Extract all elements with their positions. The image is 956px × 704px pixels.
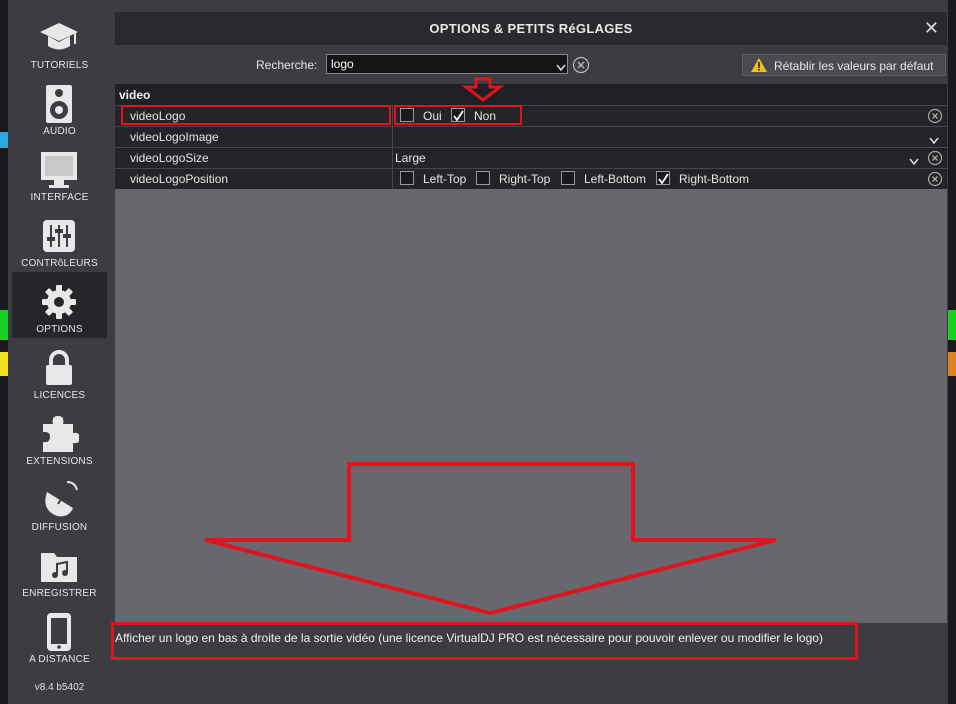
checkbox-left-bottom[interactable]	[561, 171, 575, 185]
speaker-icon	[39, 84, 79, 124]
checkbox-right-bottom[interactable]	[656, 171, 670, 185]
table-row[interactable]: videoLogoSize Large	[115, 147, 947, 168]
option-name: videoLogoImage	[130, 130, 219, 144]
group-title: video	[119, 88, 151, 102]
option-name: videoLogoPosition	[130, 172, 229, 186]
warning-icon	[751, 58, 767, 75]
edge-green-mark	[0, 310, 8, 340]
dialog-title: OPTIONS & PETITS RéGLAGES	[429, 21, 633, 36]
checkbox-label: Non	[474, 109, 497, 123]
table-row[interactable]: videoLogoImage	[115, 126, 947, 147]
search-field[interactable]	[326, 54, 568, 74]
music-folder-icon	[39, 546, 79, 586]
group-header: video	[115, 84, 947, 105]
table-row[interactable]: videoLogoPosition Left-Top Right-Top Lef…	[115, 168, 947, 189]
checkbox-label: Left-Bottom	[584, 172, 647, 186]
sidebar-item-controleurs[interactable]: CONTRôLEURS	[12, 206, 107, 272]
sidebar-item-label: TUTORIELS	[30, 60, 89, 71]
checkbox-non[interactable]	[451, 108, 465, 122]
checkbox-oui[interactable]	[400, 108, 414, 122]
sidebar-item-label: OPTIONS	[36, 324, 83, 335]
column-divider	[392, 127, 393, 147]
sidebar-item-label: CONTRôLEURS	[21, 258, 98, 269]
sidebar-item-label: INTERFACE	[30, 192, 89, 203]
reset-defaults-button[interactable]: Rétablir les valeurs par défaut	[742, 54, 946, 76]
sidebar-item-tutoriels[interactable]: TUTORIELS	[12, 8, 107, 74]
reset-option-icon[interactable]	[927, 171, 943, 192]
column-divider	[392, 169, 393, 189]
background-app-left-edge	[0, 0, 8, 704]
sidebar-item-label: LICENCES	[33, 390, 86, 401]
column-divider	[392, 148, 393, 168]
checkbox-label: Right-Top	[499, 172, 551, 186]
checkmark-icon	[453, 110, 464, 122]
checkbox-label: Oui	[423, 109, 442, 123]
option-name: videoLogoSize	[130, 151, 209, 165]
sidebar-item-label: A DISTANCE	[29, 654, 90, 665]
sidebar-item-options[interactable]: OPTIONS	[12, 272, 107, 338]
sidebar-item-interface[interactable]: INTERFACE	[12, 140, 107, 206]
checkbox-left-top[interactable]	[400, 171, 414, 185]
sidebar-item-licences[interactable]: LICENCES	[12, 338, 107, 404]
satellite-dish-icon	[39, 480, 79, 520]
version-label: v8.4 b5402	[34, 682, 85, 693]
sidebar-item-label: ENREGISTRER	[22, 588, 97, 599]
edge-orange-mark	[948, 352, 956, 376]
sidebar-item-enregistrer[interactable]: ENREGISTRER	[12, 536, 107, 602]
graduation-cap-icon	[39, 18, 79, 58]
sidebar-item-label: AUDIO	[43, 126, 76, 137]
edge-blue-mark	[0, 132, 8, 148]
puzzle-icon	[39, 414, 79, 454]
option-value[interactable]: Large	[395, 151, 426, 165]
monitor-icon	[39, 150, 79, 190]
clear-search-icon[interactable]	[572, 56, 590, 79]
sidebar-item-label: EXTENSIONS	[26, 456, 93, 467]
sidebar-item-a-distance[interactable]: A DISTANCE	[12, 602, 107, 668]
search-label: Recherche:	[256, 58, 318, 72]
column-divider	[392, 106, 393, 126]
option-name: videoLogo	[130, 109, 186, 123]
option-description: Afficher un logo en bas à droite de la s…	[115, 631, 823, 645]
edge-yellow-mark	[0, 352, 8, 376]
chevron-down-icon[interactable]	[556, 59, 566, 77]
options-table: video videoLogo Oui Non videoLogoImage v…	[115, 84, 947, 623]
checkbox-label: Right-Bottom	[679, 172, 750, 186]
sidebar-item-audio[interactable]: AUDIO	[12, 74, 107, 140]
gear-icon	[39, 282, 79, 322]
lock-icon	[39, 348, 79, 388]
background-app-right-edge	[948, 0, 956, 704]
sidebar-item-label: DIFFUSION	[31, 522, 88, 533]
table-row[interactable]: videoLogo Oui Non	[115, 105, 947, 126]
edge-green-mark	[948, 310, 956, 340]
sidebar-item-extensions[interactable]: EXTENSIONS	[12, 404, 107, 470]
dialog-title-bar: OPTIONS & PETITS RéGLAGES ✕	[115, 12, 947, 45]
checkmark-icon	[658, 173, 669, 185]
settings-sidebar: TUTORIELS AUDIO INTERFACE CONTRôLEURS OP…	[12, 0, 107, 704]
search-input[interactable]	[331, 57, 546, 71]
checkbox-right-top[interactable]	[476, 171, 490, 185]
close-icon[interactable]: ✕	[924, 18, 939, 39]
phone-icon	[39, 612, 79, 652]
reset-defaults-label: Rétablir les valeurs par défaut	[774, 59, 934, 73]
sidebar-item-diffusion[interactable]: DIFFUSION	[12, 470, 107, 536]
sliders-icon	[39, 216, 79, 256]
checkbox-label: Left-Top	[423, 172, 467, 186]
